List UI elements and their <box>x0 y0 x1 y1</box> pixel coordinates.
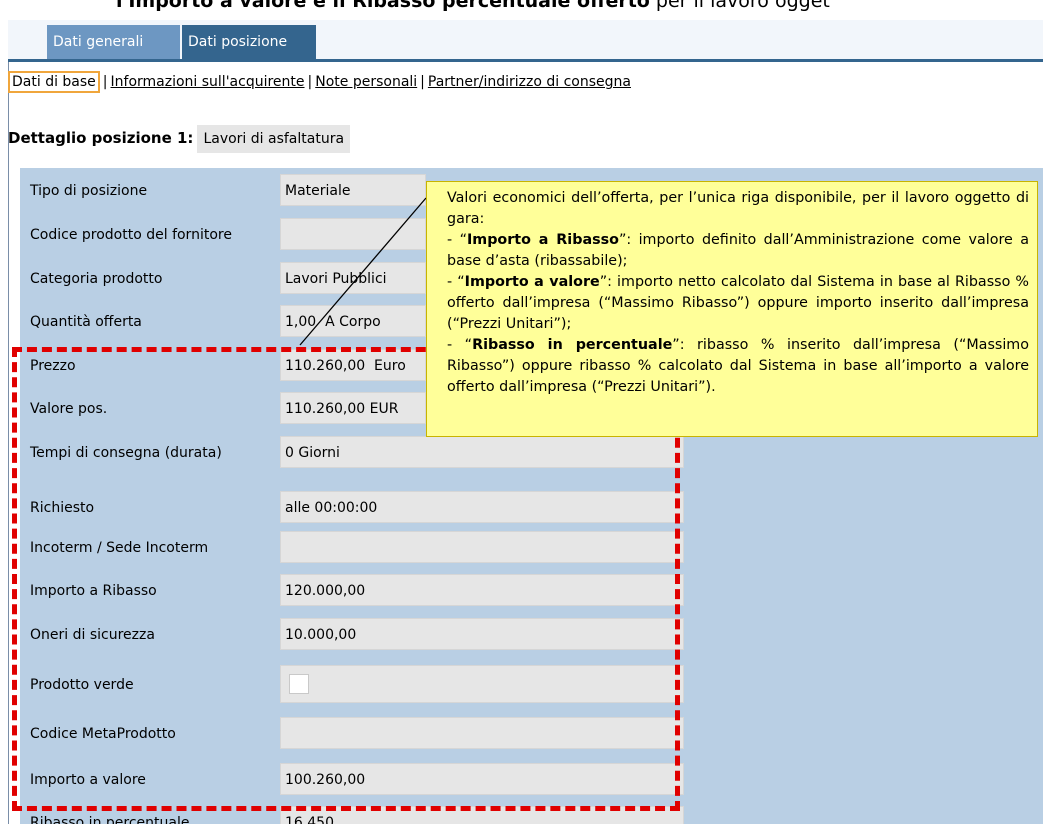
tempi-consegna-field[interactable]: 0 Giorni <box>280 436 684 468</box>
row-tempi-consegna: Tempi di consegna (durata) 0 Giorni <box>20 436 698 470</box>
row-ribasso-percentuale: Ribasso in percentuale 16,450 <box>20 806 698 824</box>
field-label: Codice prodotto del fornitore <box>30 227 232 243</box>
prezzo-field[interactable]: 110.260,00 Euro <box>280 349 426 381</box>
row-codice-metaprodotto: Codice MetaProdotto <box>20 717 698 751</box>
row-richiesto: Richiesto alle 00:00:00 <box>20 491 698 525</box>
callout-item-term: Ribasso in percentuale <box>472 337 673 353</box>
subnav-informazioni-acquirente[interactable]: Informazioni sull'acquirente <box>111 74 305 90</box>
page-title-rest: per il lavoro ogget <box>649 0 830 12</box>
callout-item: - “Importo a valore”: importo netto calc… <box>447 272 1029 335</box>
callout-note: Valori economici dell’offerta, per l’uni… <box>426 181 1038 437</box>
callout-item-prefix: - “ <box>447 232 467 248</box>
field-label: Tempi di consegna (durata) <box>30 445 222 461</box>
callout-item-term: Importo a valore <box>464 274 600 290</box>
codice-metaprodotto-field[interactable] <box>280 717 684 749</box>
subnav-partner-indirizzo[interactable]: Partner/indirizzo di consegna <box>428 74 631 90</box>
valore-pos-field[interactable]: 110.260,00 EUR <box>280 392 426 424</box>
oneri-sicurezza-field[interactable]: 10.000,00 <box>280 618 684 650</box>
field-label: Oneri di sicurezza <box>30 627 155 643</box>
row-incoterm: Incoterm / Sede Incoterm <box>20 531 698 565</box>
field-label: Prodotto verde <box>30 677 134 693</box>
field-label: Incoterm / Sede Incoterm <box>30 540 209 556</box>
tab-dati-generali[interactable]: Dati generali <box>47 25 180 59</box>
subnav-separator: | <box>102 74 108 90</box>
detail-value: Lavori di asfaltatura <box>197 125 351 153</box>
field-label: Tipo di posizione <box>30 183 148 199</box>
row-importo-valore: Importo a valore 100.260,00 <box>20 763 698 797</box>
callout-item: - “Importo a Ribasso”: importo definito … <box>447 230 1029 272</box>
tab-dati-posizione[interactable]: Dati posizione <box>182 25 316 59</box>
field-label: Codice MetaProdotto <box>30 726 176 742</box>
importo-valore-field[interactable]: 100.260,00 <box>280 763 684 795</box>
tipo-posizione-field[interactable]: Materiale <box>280 174 426 206</box>
subnav-separator: | <box>307 74 313 90</box>
ribasso-percentuale-field[interactable]: 16,450 <box>280 806 684 824</box>
field-label: Quantità offerta <box>30 314 142 330</box>
field-label: Categoria prodotto <box>30 271 163 287</box>
field-label: Importo a Ribasso <box>30 583 157 599</box>
field-label: Richiesto <box>30 500 95 516</box>
importo-ribasso-field[interactable]: 120.000,00 <box>280 574 684 606</box>
row-importo-ribasso: Importo a Ribasso 120.000,00 <box>20 574 698 608</box>
row-prodotto-verde: Prodotto verde <box>20 665 698 705</box>
callout-item-term: Importo a Ribasso <box>466 232 619 248</box>
page-title-bold: l'Importo a valore e il Ribasso percentu… <box>116 0 650 12</box>
categoria-prodotto-field[interactable]: Lavori Pubblici <box>280 262 426 294</box>
richiesto-field[interactable]: alle 00:00:00 <box>280 491 684 523</box>
callout-item-prefix: - “ <box>447 337 473 353</box>
row-oneri-sicurezza: Oneri di sicurezza 10.000,00 <box>20 618 698 652</box>
page-title: l'Importo a valore e il Ribasso percentu… <box>116 0 830 12</box>
subnav-note-personali[interactable]: Note personali <box>315 74 417 90</box>
field-label: Valore pos. <box>30 401 108 417</box>
callout-item-prefix: - “ <box>447 274 465 290</box>
incoterm-field[interactable] <box>280 531 684 563</box>
callout-intro: Valori economici dell’offerta, per l’uni… <box>447 190 1029 227</box>
field-label: Importo a valore <box>30 772 146 788</box>
tabstrip: Dati generali Dati posizione <box>8 20 1043 62</box>
prodotto-verde-checkbox[interactable] <box>289 674 309 694</box>
detail-header: Dettaglio posizione 1: Lavori di asfaltat… <box>8 124 351 153</box>
field-label: Ribasso in percentuale <box>30 815 190 824</box>
detail-label: Dettaglio posizione 1: <box>8 129 194 147</box>
subnav: Dati di base | Informazioni sull'acquirent… <box>8 70 631 100</box>
codice-prodotto-fornitore-field[interactable] <box>280 218 426 250</box>
callout-item: - “Ribasso in percentuale”: ribasso % in… <box>447 335 1029 398</box>
field-label: Prezzo <box>30 358 76 374</box>
quantita-offerta-field[interactable]: 1,00 A Corpo <box>280 305 426 337</box>
subnav-dati-di-base[interactable]: Dati di base <box>8 71 100 93</box>
prodotto-verde-field <box>280 665 684 703</box>
subnav-separator: | <box>420 74 425 90</box>
